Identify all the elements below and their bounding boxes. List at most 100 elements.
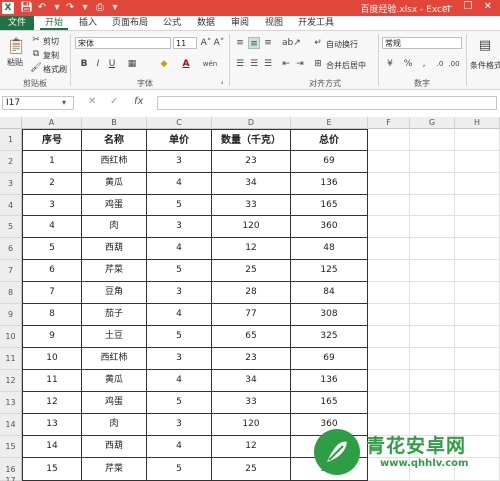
conditional-formatting-button[interactable]: 条件格式 xyxy=(470,60,500,71)
insert-function-icon[interactable]: fx xyxy=(134,96,143,107)
copy-icon[interactable]: ⧉ xyxy=(30,48,42,60)
row-header[interactable]: 12 xyxy=(0,370,22,392)
column-header[interactable]: C xyxy=(147,117,212,129)
table-cell[interactable] xyxy=(455,216,500,238)
table-cell[interactable]: 5 xyxy=(147,392,212,414)
table-cell[interactable]: 165 xyxy=(291,195,368,216)
tab-data[interactable]: 数据 xyxy=(192,16,220,30)
tab-view[interactable]: 视图 xyxy=(260,16,288,30)
table-cell[interactable] xyxy=(455,370,500,392)
table-cell[interactable] xyxy=(410,173,455,195)
font-size-select[interactable]: 11 xyxy=(173,37,197,49)
paste-icon[interactable]: 📋︎ xyxy=(6,35,26,57)
table-cell[interactable]: 23 xyxy=(212,348,291,370)
table-cell[interactable] xyxy=(455,326,500,348)
customize-quick-access-icon[interactable]: ▾ xyxy=(110,1,120,15)
table-cell[interactable]: 芹菜 xyxy=(82,458,147,481)
table-cell[interactable] xyxy=(368,151,410,173)
cancel-icon[interactable]: ✕ xyxy=(88,96,96,107)
table-cell[interactable] xyxy=(455,238,500,260)
table-cell[interactable]: 3 xyxy=(147,282,212,304)
table-header-cell[interactable]: 单价 xyxy=(147,129,212,151)
currency-format-icon[interactable]: ¥ xyxy=(384,58,396,70)
row-header[interactable]: 4 xyxy=(0,195,22,216)
bold-button[interactable]: B xyxy=(78,58,90,70)
conditional-formatting-icon[interactable]: ▤ xyxy=(476,37,494,55)
format-painter-icon[interactable]: 🖌︎ xyxy=(30,62,42,74)
column-header[interactable]: G xyxy=(410,117,455,129)
copy-button[interactable]: 复制 xyxy=(43,50,59,61)
table-cell[interactable] xyxy=(455,173,500,195)
table-cell[interactable]: 5 xyxy=(147,260,212,282)
save-icon[interactable]: 💾︎ xyxy=(20,1,33,15)
increase-indent-icon[interactable]: ⇥ xyxy=(294,58,306,70)
column-header[interactable]: F xyxy=(368,117,410,129)
table-cell[interactable]: 6 xyxy=(22,260,82,282)
orientation-icon[interactable]: ab↗ xyxy=(282,37,301,49)
tab-file[interactable]: 文件 xyxy=(0,16,34,30)
font-name-select[interactable]: 宋体 xyxy=(75,37,171,49)
phonetic-icon[interactable]: wén xyxy=(200,58,220,70)
table-cell[interactable]: 69 xyxy=(291,151,368,173)
table-cell[interactable]: 28 xyxy=(212,282,291,304)
table-cell[interactable] xyxy=(410,195,455,216)
percent-style-button[interactable]: % xyxy=(402,58,414,70)
table-cell[interactable]: 4 xyxy=(147,370,212,392)
table-header-cell[interactable]: 数量（千克） xyxy=(212,129,291,151)
table-cell[interactable] xyxy=(368,129,410,151)
row-header[interactable]: 13 xyxy=(0,392,22,414)
table-cell[interactable]: 325 xyxy=(291,326,368,348)
table-cell[interactable]: 西红柿 xyxy=(82,151,147,173)
table-cell[interactable]: 25 xyxy=(212,458,291,481)
table-cell[interactable] xyxy=(455,151,500,173)
table-cell[interactable] xyxy=(410,392,455,414)
table-cell[interactable] xyxy=(410,326,455,348)
table-cell[interactable] xyxy=(410,129,455,151)
table-cell[interactable] xyxy=(368,195,410,216)
table-cell[interactable]: 25 xyxy=(212,260,291,282)
table-cell[interactable]: 136 xyxy=(291,173,368,195)
table-cell[interactable] xyxy=(410,282,455,304)
table-cell[interactable] xyxy=(410,304,455,326)
table-cell[interactable]: 5 xyxy=(147,326,212,348)
table-cell[interactable]: 308 xyxy=(291,304,368,326)
table-cell[interactable]: 鸡蛋 xyxy=(82,195,147,216)
table-cell[interactable] xyxy=(455,282,500,304)
cut-button[interactable]: 剪切 xyxy=(43,36,59,47)
wrap-text-button[interactable]: 自动换行 xyxy=(326,39,358,50)
table-cell[interactable]: 3 xyxy=(147,151,212,173)
row-header[interactable]: 2 xyxy=(0,151,22,173)
table-cell[interactable]: 芹菜 xyxy=(82,260,147,282)
table-cell[interactable]: 3 xyxy=(22,195,82,216)
table-cell[interactable]: 10 xyxy=(22,348,82,370)
tab-formulas[interactable]: 公式 xyxy=(158,16,186,30)
row-header[interactable]: 3 xyxy=(0,173,22,195)
row-header[interactable]: 10 xyxy=(0,326,22,348)
table-cell[interactable]: 15 xyxy=(22,458,82,481)
print-preview-icon[interactable]: ⎙ xyxy=(94,1,106,15)
row-header[interactable]: 11 xyxy=(0,348,22,370)
table-cell[interactable] xyxy=(455,129,500,151)
table-cell[interactable]: 西红柿 xyxy=(82,348,147,370)
tab-developer[interactable]: 开发工具 xyxy=(294,16,338,30)
row-header[interactable]: 1 xyxy=(0,129,22,151)
table-cell[interactable]: 165 xyxy=(291,392,368,414)
table-header-cell[interactable]: 序号 xyxy=(22,129,82,151)
table-cell[interactable]: 84 xyxy=(291,282,368,304)
table-cell[interactable] xyxy=(455,304,500,326)
row-header[interactable]: 6 xyxy=(0,238,22,260)
formula-input[interactable] xyxy=(157,96,497,110)
table-cell[interactable] xyxy=(368,260,410,282)
table-cell[interactable]: 3 xyxy=(147,348,212,370)
table-cell[interactable]: 5 xyxy=(147,195,212,216)
wrap-text-icon[interactable]: ↵ xyxy=(312,37,324,49)
table-cell[interactable]: 4 xyxy=(147,304,212,326)
table-cell[interactable]: 4 xyxy=(147,436,212,458)
table-cell[interactable]: 120 xyxy=(212,414,291,436)
table-cell[interactable]: 7 xyxy=(22,282,82,304)
tab-insert[interactable]: 插入 xyxy=(74,16,102,30)
align-top-icon[interactable]: ≡ xyxy=(234,37,246,49)
table-cell[interactable]: 西葫 xyxy=(82,238,147,260)
table-cell[interactable]: 34 xyxy=(212,173,291,195)
comma-style-button[interactable]: , xyxy=(418,58,430,70)
